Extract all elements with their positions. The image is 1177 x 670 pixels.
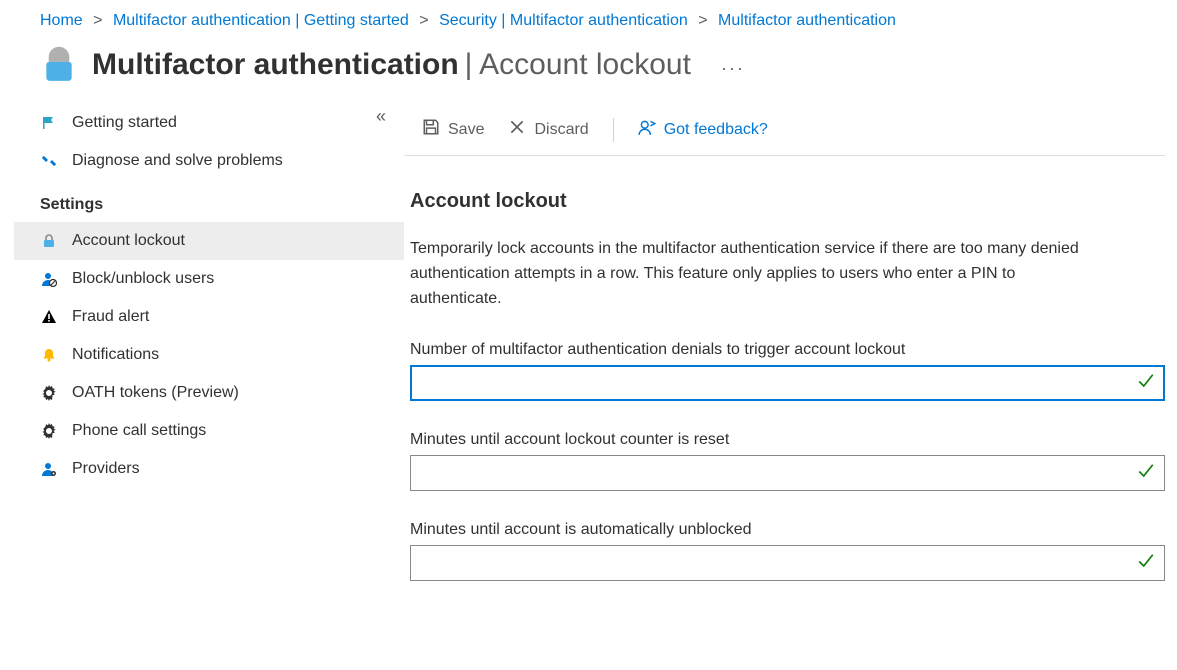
sidebar-item-label: Providers — [72, 460, 140, 478]
sidebar-item-label: OATH tokens (Preview) — [72, 384, 239, 402]
warning-icon — [40, 308, 58, 326]
sidebar-item-label: Notifications — [72, 346, 159, 364]
breadcrumb-link[interactable]: Multifactor authentication — [718, 12, 896, 29]
user-block-icon — [40, 270, 58, 288]
user-gear-icon — [40, 460, 58, 478]
sidebar-item-diagnose[interactable]: Diagnose and solve problems — [14, 142, 404, 180]
chevron-right-icon: > — [419, 12, 428, 29]
sidebar-item-label: Fraud alert — [72, 308, 149, 326]
discard-button[interactable]: Discard — [498, 112, 598, 147]
sidebar-item-label: Account lockout — [72, 232, 185, 250]
collapse-sidebar-icon[interactable]: « — [376, 106, 386, 127]
reset-minutes-input[interactable] — [410, 455, 1165, 491]
sidebar-item-block-unblock[interactable]: Block/unblock users — [14, 260, 404, 298]
sidebar-item-fraud-alert[interactable]: Fraud alert — [14, 298, 404, 336]
section-description: Temporarily lock accounts in the multifa… — [404, 237, 1084, 311]
close-icon — [508, 118, 526, 141]
form-field-reset-minutes: Minutes until account lockout counter is… — [404, 431, 1165, 491]
breadcrumb-link[interactable]: Multifactor authentication | Getting sta… — [113, 12, 409, 29]
field-label: Minutes until account lockout counter is… — [410, 431, 1165, 449]
sidebar-item-phone-call[interactable]: Phone call settings — [14, 412, 404, 450]
feedback-button[interactable]: Got feedback? — [628, 112, 778, 147]
toolbar-separator — [613, 118, 614, 142]
sidebar-item-label: Getting started — [72, 114, 177, 132]
toolbar: Save Discard Got feedback? — [404, 104, 1165, 156]
save-button[interactable]: Save — [412, 112, 494, 147]
sidebar-item-providers[interactable]: Providers — [14, 450, 404, 488]
breadcrumb-link[interactable]: Security | Multifactor authentication — [439, 12, 688, 29]
field-label: Minutes until account is automatically u… — [410, 521, 1165, 539]
feedback-label: Got feedback? — [664, 121, 768, 139]
save-icon — [422, 118, 440, 141]
wrench-icon — [40, 152, 58, 170]
sidebar-item-notifications[interactable]: Notifications — [14, 336, 404, 374]
gear-icon — [40, 384, 58, 402]
sidebar-item-label: Phone call settings — [72, 422, 206, 440]
chevron-right-icon: > — [93, 12, 102, 29]
section-title: Account lockout — [404, 190, 1165, 213]
sidebar-item-getting-started[interactable]: Getting started — [14, 104, 404, 142]
page-subtitle: | Account lockout — [465, 48, 691, 82]
sidebar-item-oath-tokens[interactable]: OATH tokens (Preview) — [14, 374, 404, 412]
form-field-unblock-minutes: Minutes until account is automatically u… — [404, 521, 1165, 581]
sidebar-item-account-lockout[interactable]: Account lockout — [14, 222, 404, 260]
discard-label: Discard — [534, 121, 588, 139]
denials-input[interactable] — [410, 365, 1165, 401]
breadcrumb-link[interactable]: Home — [40, 12, 83, 29]
chevron-right-icon: > — [698, 12, 707, 29]
breadcrumb: Home > Multifactor authentication | Gett… — [0, 0, 1177, 42]
gear-icon — [40, 422, 58, 440]
lock-icon — [40, 232, 58, 250]
save-label: Save — [448, 121, 484, 139]
page-header: Multifactor authentication | Account loc… — [0, 42, 1177, 104]
bell-icon — [40, 346, 58, 364]
flag-icon — [40, 114, 58, 132]
more-button[interactable]: ··· — [721, 58, 745, 79]
lock-icon — [40, 46, 78, 84]
page-title: Multifactor authentication — [92, 48, 459, 82]
sidebar-section-header: Settings — [14, 180, 404, 222]
sidebar: « Getting started Diagnose and solve pro… — [0, 104, 404, 581]
field-label: Number of multifactor authentication den… — [410, 341, 1165, 359]
sidebar-item-label: Diagnose and solve problems — [72, 152, 283, 170]
feedback-icon — [638, 118, 656, 141]
main-content: Save Discard Got feedback? Account locko… — [404, 104, 1177, 581]
sidebar-item-label: Block/unblock users — [72, 270, 214, 288]
unblock-minutes-input[interactable] — [410, 545, 1165, 581]
form-field-denials: Number of multifactor authentication den… — [404, 341, 1165, 401]
